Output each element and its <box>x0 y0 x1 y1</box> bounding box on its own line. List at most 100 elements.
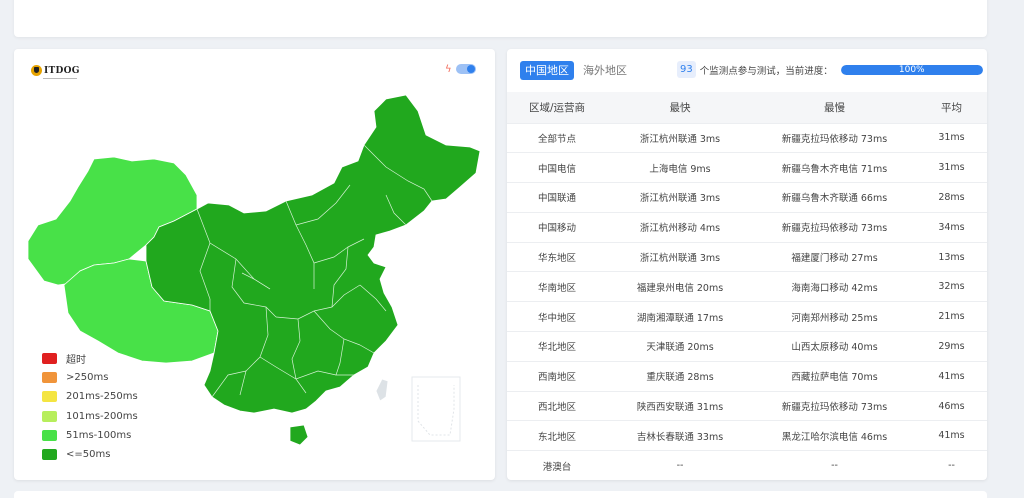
table-row: 西北地区 陕西西安联通 31ms 新疆克拉玛依移动 73ms 46ms <box>507 390 987 421</box>
table-cell: 34ms <box>916 211 987 243</box>
table-cell: 13ms <box>916 241 987 272</box>
table-cell: 天津联通 20ms <box>607 331 753 362</box>
table-cell: 46ms <box>916 390 987 421</box>
table-cell: 中国联通 <box>507 182 607 213</box>
table-row: 华东地区 浙江杭州联通 3ms 福建厦门移动 27ms 13ms <box>507 241 987 272</box>
table-cell: 港澳台 <box>507 450 607 480</box>
progress-bar: 100% <box>840 64 983 75</box>
table-cell: 28ms <box>916 182 987 213</box>
legend-item-timeout: 超时 <box>42 349 138 368</box>
table-cell: 湖南湘潭联通 17ms <box>607 301 753 332</box>
table-cell: 32ms <box>916 271 987 302</box>
table-cell: -- <box>916 450 987 480</box>
legend-label: >250ms <box>66 372 109 384</box>
table-cell: 21ms <box>916 301 987 332</box>
legend-swatch <box>42 353 57 365</box>
table-cell: 31ms <box>916 122 987 153</box>
table-cell: 新疆乌鲁木齐电信 71ms <box>753 152 916 183</box>
table-cell: 黑龙江哈尔滨电信 46ms <box>753 420 916 451</box>
table-row: 中国电信 上海电信 9ms 新疆乌鲁木齐电信 71ms 31ms <box>507 152 987 183</box>
table-cell: 新疆克拉玛依移动 73ms <box>753 122 916 153</box>
table-cell: 全部节点 <box>507 122 607 153</box>
tab-overseas[interactable]: 海外地区 <box>578 61 632 80</box>
column-header: 平均 <box>916 92 987 123</box>
table-cell: 上海电信 9ms <box>607 152 753 183</box>
table-cell: 中国移动 <box>507 211 607 243</box>
latency-table: 区域/运营商 最快 最慢 平均 全部节点 浙江杭州联通 3ms 新疆克拉玛依移动 7… <box>507 92 987 480</box>
table-cell: 西北地区 <box>507 390 607 421</box>
table-row: 中国移动 浙江杭州移动 4ms 新疆克拉玛依移动 73ms 34ms <box>507 211 987 243</box>
table-cell: 华南地区 <box>507 271 607 302</box>
table-cell: 新疆克拉玛依移动 73ms <box>753 211 916 243</box>
table-cell: 29ms <box>916 331 987 362</box>
results-panel: 中国地区 海外地区 93 个监测点参与测试，当前进度： 100% 区域/运营商 … <box>507 49 987 480</box>
table-cell: 华中地区 <box>507 301 607 332</box>
map-panel: ITDOG ϟ 超时 >250ms 201ms-250ms 101ms-200m… <box>14 49 495 480</box>
table-row: 华南地区 福建泉州电信 20ms 海南海口移动 42ms 32ms <box>507 271 987 302</box>
table-cell: 福建厦门移动 27ms <box>753 241 916 272</box>
legend-swatch <box>42 372 57 384</box>
bottom-card <box>14 491 987 498</box>
table-cell: 吉林长春联通 33ms <box>607 420 753 451</box>
table-row: 西南地区 重庆联通 28ms 西藏拉萨电信 70ms 41ms <box>507 360 987 392</box>
table-cell: 河南郑州移动 25ms <box>753 301 916 332</box>
legend-item-over250: >250ms <box>42 368 138 387</box>
legend-swatch <box>42 449 57 461</box>
legend-swatch <box>42 410 57 422</box>
table-cell: 西藏拉萨电信 70ms <box>753 360 916 392</box>
legend-item-51-100: 51ms-100ms <box>42 426 138 445</box>
table-cell: 浙江杭州联通 3ms <box>607 241 753 272</box>
legend-swatch <box>42 429 57 441</box>
south-china-sea-islands <box>417 385 455 436</box>
table-cell: 陕西西安联通 31ms <box>607 390 753 421</box>
table-row: 华北地区 天津联通 20ms 山西太原移动 40ms 29ms <box>507 331 987 362</box>
table-cell: 中国电信 <box>507 152 607 183</box>
table-row: 中国联通 浙江杭州联通 3ms 新疆乌鲁木齐联通 66ms 28ms <box>507 182 987 213</box>
table-cell: 重庆联通 28ms <box>607 360 753 392</box>
legend-item-201-250: 201ms-250ms <box>42 387 138 406</box>
south-china-sea-inset <box>411 376 461 442</box>
node-count-badge: 93 <box>677 61 696 78</box>
legend-swatch <box>42 391 57 403</box>
table-cell: 新疆乌鲁木齐联通 66ms <box>753 182 916 213</box>
column-header: 区域/运营商 <box>507 92 607 123</box>
table-cell: 新疆克拉玛依移动 73ms <box>753 390 916 421</box>
map-region-taiwan[interactable] <box>375 378 389 402</box>
table-header-row: 区域/运营商 最快 最慢 平均 <box>507 92 987 123</box>
map-region-hainan[interactable] <box>289 424 309 446</box>
table-cell: -- <box>607 450 753 480</box>
legend-label: 101ms-200ms <box>66 410 138 422</box>
table-cell: 41ms <box>916 360 987 392</box>
table-cell: 31ms <box>916 152 987 183</box>
table-cell: 海南海口移动 42ms <box>753 271 916 302</box>
latency-legend: 超时 >250ms 201ms-250ms 101ms-200ms 51ms-1… <box>42 349 138 464</box>
map-region-mainland[interactable] <box>145 94 481 414</box>
table-row: 华中地区 湖南湘潭联通 17ms 河南郑州移动 25ms 21ms <box>507 301 987 332</box>
column-header: 最慢 <box>753 92 916 123</box>
region-tabs: 中国地区 海外地区 <box>520 61 636 80</box>
table-row: 港澳台 -- -- -- <box>507 450 987 480</box>
table-cell: 浙江杭州联通 3ms <box>607 122 753 153</box>
table-cell: 东北地区 <box>507 420 607 451</box>
table-row: 东北地区 吉林长春联通 33ms 黑龙江哈尔滨电信 46ms 41ms <box>507 420 987 451</box>
table-cell: 福建泉州电信 20ms <box>607 271 753 302</box>
column-header: 最快 <box>607 92 753 123</box>
top-options-card <box>14 0 987 37</box>
tab-china[interactable]: 中国地区 <box>520 61 574 80</box>
progress-text: 个监测点参与测试，当前进度： <box>699 65 833 77</box>
legend-label: <=50ms <box>66 449 111 461</box>
table-cell: 山西太原移动 40ms <box>753 331 916 362</box>
legend-label: 超时 <box>66 355 86 367</box>
legend-label: 201ms-250ms <box>66 391 138 403</box>
legend-label: 51ms-100ms <box>66 429 132 441</box>
progress-percent: 100% <box>898 64 925 75</box>
legend-item-101-200: 101ms-200ms <box>42 407 138 426</box>
table-cell: 西南地区 <box>507 360 607 392</box>
test-progress: 93 个监测点参与测试，当前进度： 100% <box>677 61 983 78</box>
table-cell: 浙江杭州移动 4ms <box>607 211 753 243</box>
legend-item-le50: <=50ms <box>42 445 138 464</box>
table-cell: 浙江杭州联通 3ms <box>607 182 753 213</box>
table-cell: 华东地区 <box>507 241 607 272</box>
table-cell: 华北地区 <box>507 331 607 362</box>
table-cell: -- <box>753 450 916 480</box>
